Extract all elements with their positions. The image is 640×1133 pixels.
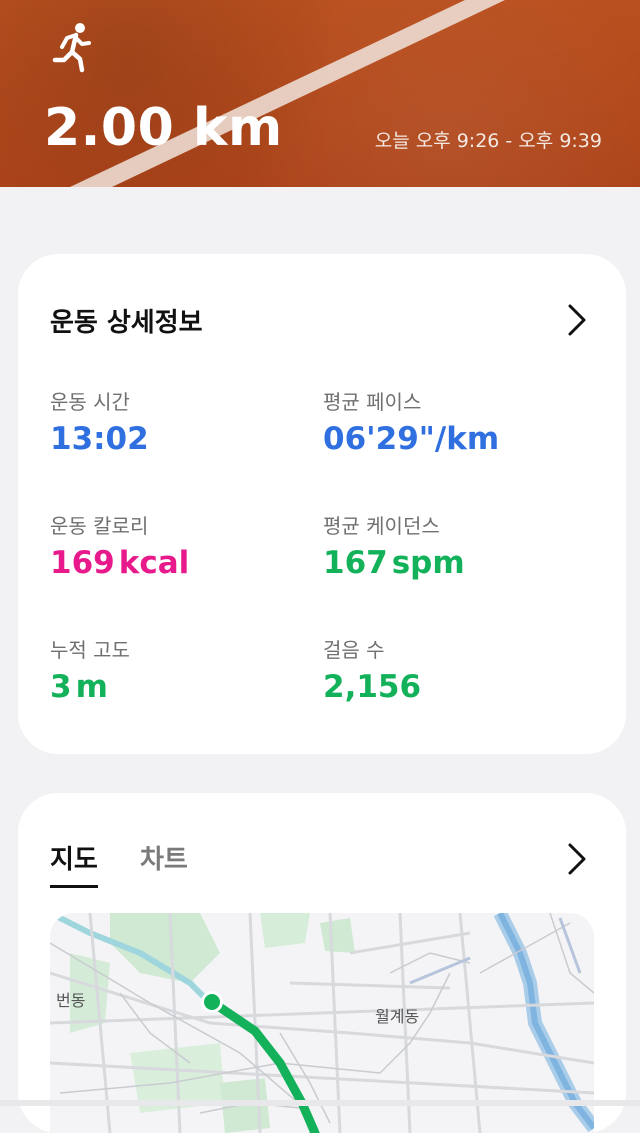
metric-calories: 운동 칼로리 169 kcal xyxy=(50,510,189,581)
details-title: 운동 상세정보 xyxy=(50,308,203,338)
track-lane-line xyxy=(70,0,505,187)
metric-duration: 운동 시간 13:02 xyxy=(50,386,149,457)
tab-chart[interactable]: 차트 xyxy=(140,839,188,876)
workout-time-range: 오늘 오후 9:26 - 오후 9:39 xyxy=(374,130,602,152)
chevron-right-icon[interactable] xyxy=(566,841,588,877)
workout-header: 2.00 km 오늘 오후 9:26 - 오후 9:39 xyxy=(0,0,640,187)
metric-label: 평균 페이스 xyxy=(323,390,422,414)
running-person-icon xyxy=(52,23,91,73)
metric-label: 운동 칼로리 xyxy=(50,514,149,538)
metric-cadence: 평균 케이던스 167 spm xyxy=(323,510,465,581)
metric-label: 걸음 수 xyxy=(323,638,385,662)
distance-value: 2.00 km xyxy=(44,98,283,158)
metric-label: 평균 케이던스 xyxy=(323,514,440,538)
metric-value: 06'29"/km xyxy=(323,421,500,457)
tab-map[interactable]: 지도 xyxy=(50,839,98,888)
metric-steps: 걸음 수 2,156 xyxy=(323,634,421,705)
metric-avg-pace: 평균 페이스 06'29"/km xyxy=(323,386,499,457)
map-label-left: 번동 xyxy=(56,991,86,1010)
workout-details-card[interactable]: 운동 상세정보 운동 시간 13:02 평균 페이스 06'29"/km 운동 … xyxy=(18,254,626,754)
map-label-right: 월계동 xyxy=(375,1007,420,1026)
metric-value: 2,156 xyxy=(323,669,422,705)
metric-value: 169 kcal xyxy=(50,545,190,581)
metric-label: 운동 시간 xyxy=(50,390,130,414)
map-chart-card: 지도 차트 번동 월계동 xyxy=(18,793,626,1133)
chevron-right-icon[interactable] xyxy=(566,302,588,338)
metric-value: 13:02 xyxy=(50,421,149,457)
metric-value: 167 spm xyxy=(323,545,465,581)
bottom-edge xyxy=(0,1100,640,1106)
metric-elevation: 누적 고도 3m xyxy=(50,634,130,705)
metric-label: 누적 고도 xyxy=(50,638,130,662)
metric-value: 3m xyxy=(50,669,108,705)
